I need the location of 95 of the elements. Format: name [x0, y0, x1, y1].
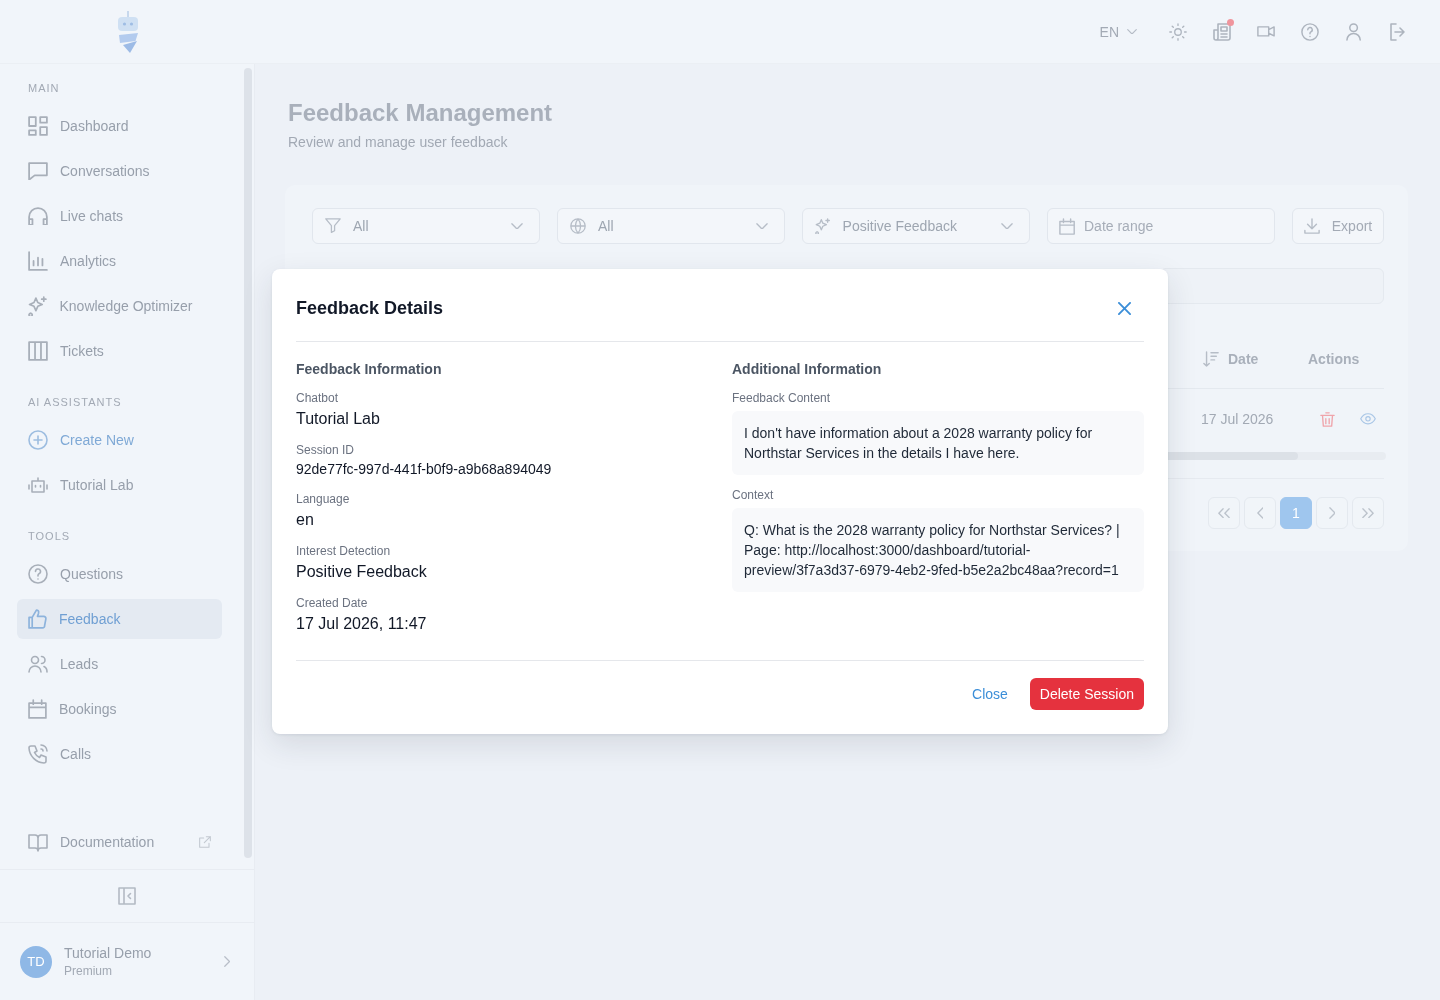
export-button[interactable]: Export — [1292, 208, 1384, 244]
sidebar-item[interactable]: Leads — [17, 644, 222, 684]
close-icon[interactable] — [1117, 301, 1131, 315]
field-value: 17 Jul 2026, 11:47 — [296, 614, 428, 634]
last-page-button[interactable] — [1352, 497, 1384, 529]
first-page-button[interactable] — [1208, 497, 1240, 529]
robot-icon — [28, 477, 48, 493]
sidebar-item[interactable]: Create New — [17, 420, 222, 460]
sparkle-icon — [815, 218, 831, 234]
filter-icon — [325, 218, 341, 234]
chevron-right-icon[interactable] — [223, 956, 230, 967]
field-value: 92de77fc-997d-441f-b0f9-a9b68a894049 — [296, 460, 553, 479]
help-icon[interactable] — [1301, 22, 1319, 41]
calendar-icon — [28, 699, 47, 719]
previous-page-button[interactable] — [1244, 497, 1276, 529]
filter-dropdown[interactable]: Positive Feedback — [802, 208, 1030, 244]
robot-logo — [115, 10, 140, 53]
table-cell-text: 17 Jul 2026 — [1200, 410, 1275, 429]
video-camera-icon[interactable] — [1257, 26, 1275, 37]
columns-icon — [28, 341, 48, 361]
sidebar-item[interactable]: Tickets — [17, 331, 222, 371]
modal-title: Feedback Details — [296, 297, 444, 320]
logout-icon[interactable] — [1390, 22, 1406, 41]
field-value: Positive Feedback — [296, 562, 428, 582]
field-value: en — [296, 510, 315, 530]
section-label: AI ASSISTANTS — [28, 396, 123, 408]
next-page-button[interactable] — [1316, 497, 1348, 529]
external-link-icon — [199, 836, 211, 848]
chat-bubble-icon — [28, 161, 48, 181]
page-title: Feedback Management — [288, 99, 554, 127]
bar-chart-icon — [28, 251, 48, 271]
documentation-link[interactable]: Documentation — [17, 822, 222, 862]
section-heading: Feedback Information — [296, 360, 443, 379]
sidebar-item[interactable]: Questions — [17, 554, 222, 594]
user-name: Tutorial Demo — [64, 945, 152, 962]
headphones-icon — [28, 206, 48, 226]
newspaper-icon[interactable] — [1213, 22, 1231, 41]
field-label: Interest Detection — [296, 543, 392, 559]
help-icon — [28, 564, 48, 584]
sidebar-collapse-icon[interactable] — [118, 887, 136, 905]
sidebar-item[interactable]: Knowledge Optimizer — [17, 286, 222, 326]
section-label: TOOLS — [28, 530, 72, 542]
filter-dropdown[interactable]: All — [557, 208, 785, 244]
double-chevron-left-icon — [1218, 507, 1230, 519]
section-heading: Additional Information — [732, 360, 883, 379]
globe-icon — [570, 218, 586, 234]
double-chevron-right-icon — [1362, 507, 1374, 519]
field-label: Context — [732, 487, 775, 503]
sidebar-item[interactable]: Analytics — [17, 241, 222, 281]
sidebar-item[interactable]: Live chats — [17, 196, 222, 236]
chevron-left-icon — [1256, 507, 1264, 519]
download-icon — [1303, 218, 1320, 234]
column-header: Actions — [1307, 350, 1361, 369]
sidebar-item[interactable]: Feedback — [17, 599, 222, 639]
sidebar-item[interactable]: Dashboard — [17, 106, 222, 146]
trash-icon[interactable] — [1320, 411, 1335, 427]
calendar-icon — [1059, 217, 1076, 235]
chevron-right-icon — [1328, 507, 1336, 519]
field-label: Feedback Content — [732, 390, 832, 406]
sort-descending-icon — [1203, 351, 1219, 367]
chevron-down-icon — [1127, 28, 1137, 35]
chevron-down-icon — [756, 222, 768, 230]
sun-icon[interactable] — [1169, 22, 1187, 41]
thumbs-up-icon — [28, 609, 47, 629]
page-button[interactable]: 1 — [1280, 497, 1312, 529]
field-value: Tutorial Lab — [296, 409, 381, 429]
phone-icon — [28, 744, 48, 764]
avatar: TD — [20, 945, 52, 978]
text-block: I don't have information about a 2028 warranty policy for Northstar Services in the details I have here. — [732, 411, 1144, 475]
language-selector[interactable]: EN — [1091, 17, 1145, 46]
section-label: MAIN — [28, 82, 61, 94]
chevron-down-icon — [511, 222, 523, 230]
field-label: Created Date — [296, 595, 369, 611]
sidebar-item[interactable]: Conversations — [17, 151, 222, 191]
field-label: Chatbot — [296, 390, 340, 406]
page-subtitle: Review and manage user feedback — [288, 133, 509, 151]
sidebar-item[interactable]: Tutorial Lab — [17, 465, 222, 505]
grid-icon — [28, 116, 48, 136]
sidebar-item[interactable]: Calls — [17, 734, 222, 774]
date-range-field[interactable]: Date range — [1047, 208, 1275, 244]
chevron-down-icon — [1001, 222, 1013, 230]
field-label: Language — [296, 491, 351, 507]
column-header[interactable]: Date — [1190, 330, 1296, 388]
users-icon — [28, 655, 48, 673]
close-button[interactable]: Close — [960, 678, 1020, 710]
sidebar-item[interactable]: Bookings — [17, 689, 222, 729]
sparkle-icon — [28, 296, 48, 316]
eye-icon[interactable] — [1360, 413, 1376, 425]
filter-dropdown[interactable]: All — [312, 208, 540, 244]
field-label: Session ID — [296, 442, 356, 458]
user-icon[interactable] — [1346, 22, 1362, 41]
user-plan: Premium — [64, 964, 113, 978]
delete-button[interactable]: Delete Session — [1029, 678, 1144, 710]
text-block: Q: What is the 2028 warranty policy for Northstar Services? | Page: http://localhost:3000/dashboard/tutorial-preview/3f7a3d37-6979-4eb2-9fed-b5e2a2bc48aa?record=1 — [732, 508, 1144, 592]
book-icon — [28, 832, 48, 852]
